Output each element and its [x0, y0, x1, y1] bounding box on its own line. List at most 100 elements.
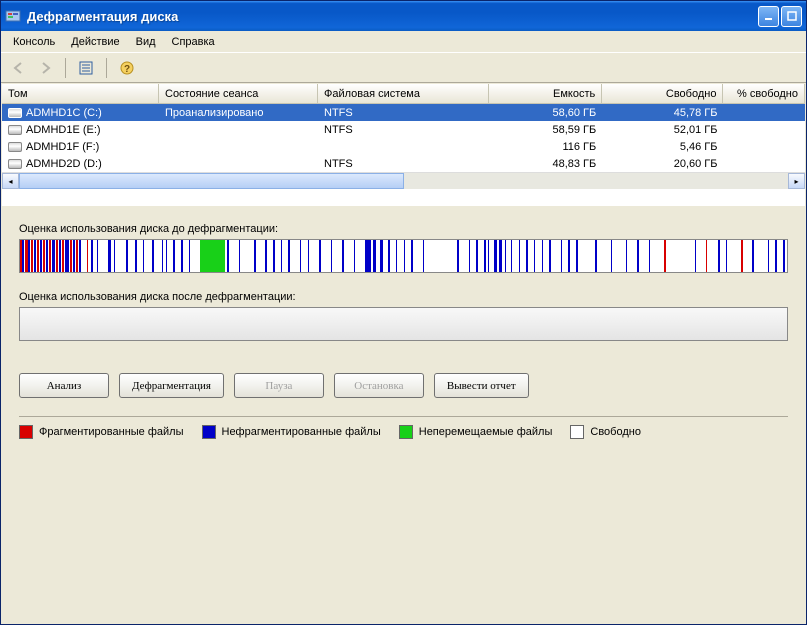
col-volume[interactable]: Том: [2, 84, 159, 103]
legend-label: Нефрагментированные файлы: [222, 426, 381, 438]
table-row[interactable]: ADMHD1E (E:)NTFS58,59 ГБ52,01 ГБ: [2, 121, 805, 138]
after-label: Оценка использования диска после дефрагм…: [19, 291, 788, 303]
cell-pctfree: [723, 163, 805, 165]
app-icon: [5, 8, 21, 24]
minimize-button[interactable]: [758, 6, 779, 27]
cell-pctfree: [723, 146, 805, 148]
cell-volume: ADMHD1C (C:): [2, 106, 159, 120]
menubar: Консоль Действие Вид Справка: [1, 31, 806, 53]
menu-help[interactable]: Справка: [164, 34, 223, 50]
cell-volume: ADMHD1F (F:): [2, 140, 159, 154]
cell-free: 20,60 ГБ: [602, 157, 723, 171]
frag-segment: [70, 240, 72, 272]
maximize-button[interactable]: [781, 6, 802, 27]
cell-fs: [318, 146, 489, 148]
frag-segment: [189, 240, 191, 272]
legend-label: Фрагментированные файлы: [39, 426, 184, 438]
frag-segment: [373, 240, 376, 272]
frag-segment: [181, 240, 183, 272]
scroll-left-button[interactable]: ◂: [2, 173, 19, 189]
frag-segment: [162, 240, 164, 272]
frag-segment: [152, 240, 154, 272]
col-free[interactable]: Свободно: [602, 84, 723, 103]
frag-segment: [76, 240, 78, 272]
col-session[interactable]: Состояние сеанса: [159, 84, 318, 103]
analyze-button[interactable]: Анализ: [19, 373, 109, 398]
drive-icon: [8, 142, 22, 152]
stop-button: Остановка: [334, 373, 424, 398]
menu-console[interactable]: Консоль: [5, 34, 63, 50]
frag-segment: [135, 240, 137, 272]
frag-segment: [239, 240, 241, 272]
frag-segment: [56, 240, 58, 272]
frag-segment: [542, 240, 544, 272]
table-row[interactable]: ADMHD1F (F:)116 ГБ5,46 ГБ: [2, 138, 805, 155]
drive-icon: [8, 159, 22, 169]
help-button[interactable]: ?: [115, 56, 139, 80]
horizontal-scrollbar[interactable]: ◂ ▸: [2, 172, 805, 189]
col-pctfree[interactable]: % свободно: [723, 84, 805, 103]
frag-segment: [511, 240, 513, 272]
frag-segment: [549, 240, 551, 272]
legend-unmovable: Неперемещаемые файлы: [399, 425, 553, 439]
cell-session: [159, 163, 318, 165]
frag-segment: [476, 240, 478, 272]
defragment-button[interactable]: Дефрагментация: [119, 373, 224, 398]
scroll-track[interactable]: [19, 173, 788, 189]
frag-segment: [423, 240, 425, 272]
frag-segment: [726, 240, 728, 272]
frag-segment: [388, 240, 390, 272]
frag-segment: [775, 240, 777, 272]
frag-segment: [595, 240, 597, 272]
frag-segment: [637, 240, 639, 272]
frag-segment: [40, 240, 42, 272]
cell-session: Проанализировано: [159, 106, 318, 120]
drive-icon: [8, 125, 22, 135]
frag-segment: [227, 240, 229, 272]
frag-segment: [173, 240, 175, 272]
frag-segment: [65, 240, 69, 272]
frag-segment: [457, 240, 459, 272]
frag-segment: [752, 240, 754, 272]
table-body: ADMHD1C (C:)ПроанализированоNTFS58,60 ГБ…: [2, 104, 805, 172]
frag-segment: [166, 240, 168, 272]
legend-swatch-red: [19, 425, 33, 439]
frag-segment: [28, 240, 30, 272]
frag-segment: [505, 240, 507, 272]
content-area: Том Состояние сеанса Файловая система Ем…: [1, 83, 806, 624]
frag-segment: [87, 240, 89, 272]
table-row[interactable]: ADMHD2D (D:)NTFS48,83 ГБ20,60 ГБ: [2, 155, 805, 172]
panel-area: Оценка использования диска до дефрагмент…: [1, 207, 806, 624]
table-row[interactable]: ADMHD1C (C:)ПроанализированоNTFS58,60 ГБ…: [2, 104, 805, 121]
frag-segment: [411, 240, 413, 272]
titlebar[interactable]: Дефрагментация диска: [1, 1, 806, 31]
frag-segment: [49, 240, 51, 272]
frag-segment: [404, 240, 406, 272]
col-capacity[interactable]: Емкость: [489, 84, 602, 103]
toolbar-separator: [65, 58, 66, 78]
frag-segment: [380, 240, 382, 272]
scroll-right-button[interactable]: ▸: [788, 173, 805, 189]
frag-segment: [611, 240, 613, 272]
col-fs[interactable]: Файловая система: [318, 84, 489, 103]
legend-label: Свободно: [590, 426, 641, 438]
frag-segment: [576, 240, 578, 272]
cell-free: 45,78 ГБ: [602, 106, 723, 120]
cell-fs: NTFS: [318, 123, 489, 137]
frag-segment: [91, 240, 93, 272]
frag-segment: [34, 240, 36, 272]
cell-capacity: 116 ГБ: [489, 140, 602, 154]
report-button[interactable]: Вывести отчет: [434, 373, 529, 398]
menu-action[interactable]: Действие: [63, 34, 127, 50]
menu-view[interactable]: Вид: [128, 34, 164, 50]
before-label: Оценка использования диска до дефрагмент…: [19, 223, 788, 235]
frag-segment: [300, 240, 302, 272]
scroll-thumb[interactable]: [19, 173, 404, 189]
frag-segment: [484, 240, 486, 272]
frag-segment: [494, 240, 497, 272]
properties-button[interactable]: [74, 56, 98, 80]
frag-segment: [469, 240, 471, 272]
cell-session: [159, 146, 318, 148]
frag-segment: [97, 240, 99, 272]
legend-swatch-blue: [202, 425, 216, 439]
